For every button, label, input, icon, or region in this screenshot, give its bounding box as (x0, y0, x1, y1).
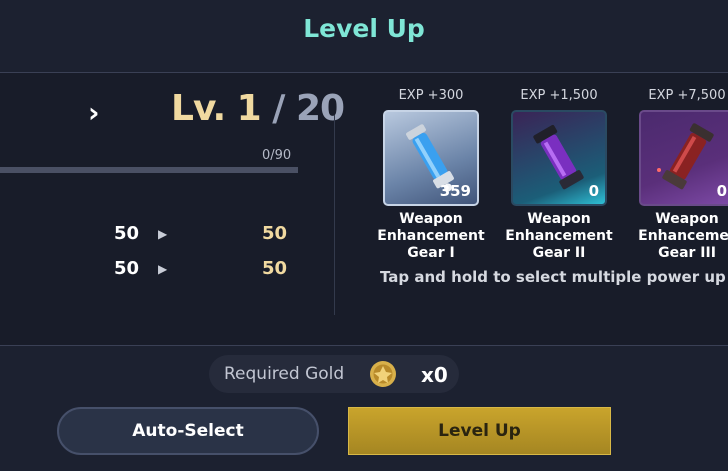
item-count: 0 (588, 182, 599, 200)
item-card[interactable]: 359 (383, 110, 479, 206)
material-item-2[interactable]: EXP +1,500 0 Weapon Enhancement Gear II (504, 88, 614, 262)
auto-select-button[interactable]: Auto-Select (57, 407, 319, 455)
stat-new-value-1: 50 (262, 223, 288, 244)
item-name: Weapon Enhancemer Gear III (638, 211, 728, 261)
exp-progress-bar (0, 167, 298, 173)
item-card[interactable]: 0 (639, 110, 728, 206)
material-item-3[interactable]: EXP +7,500 0 Weapon Enhancemer Gear III (632, 88, 728, 262)
arrow-right-icon: ▶ (158, 227, 168, 241)
item-name: Weapon Enhancement Gear I (377, 211, 485, 261)
level-display: Lv. 1 / 20 (171, 88, 345, 129)
item-exp: EXP +7,500 (648, 88, 726, 103)
level-panel (0, 72, 728, 346)
current-level: Lv. 1 (171, 88, 262, 129)
panel-divider (334, 115, 335, 315)
stat-old-value-1: 50 (114, 223, 140, 244)
selection-hint: Tap and hold to select multiple power up… (380, 268, 728, 286)
required-gold-pill: Required Gold x0 (209, 355, 459, 393)
red-canister-icon (657, 123, 714, 190)
exp-progress-text: 0/90 (262, 148, 292, 163)
item-count: 0 (716, 182, 727, 200)
item-count: 359 (439, 182, 471, 200)
screen-title: Level Up (303, 14, 425, 43)
item-exp: EXP +1,500 (520, 88, 598, 103)
max-level: 20 (295, 88, 345, 129)
gold-coin-icon (370, 361, 396, 387)
item-name: Weapon Enhancement Gear II (505, 211, 613, 261)
item-exp: EXP +300 (398, 88, 464, 103)
arrow-right-icon: ▶ (158, 262, 168, 276)
stat-new-value-2: 50 (262, 258, 288, 279)
chevron-right-icon: › (88, 96, 100, 129)
level-up-button[interactable]: Level Up (348, 407, 611, 455)
item-card[interactable]: 0 (511, 110, 607, 206)
required-gold-label: Required Gold (224, 364, 345, 384)
stat-old-value-2: 50 (114, 258, 140, 279)
material-item-1[interactable]: EXP +300 359 Weapon Enhancement Gear I (376, 88, 486, 262)
required-gold-amount: x0 (421, 363, 448, 387)
level-separator: / (260, 88, 296, 129)
